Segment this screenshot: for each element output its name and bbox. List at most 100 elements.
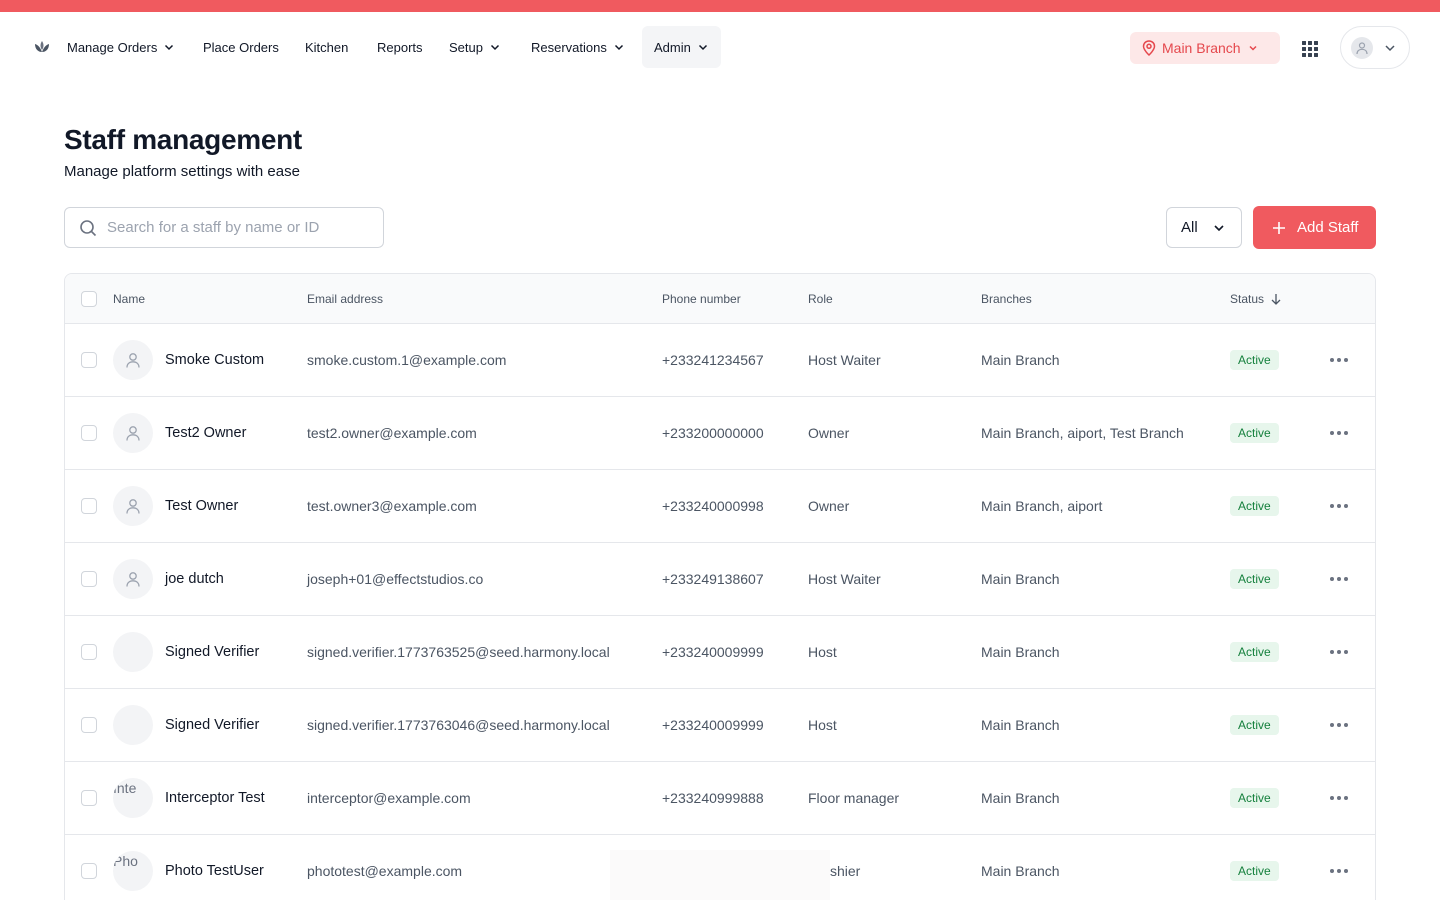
nav-item-label: Kitchen — [305, 39, 349, 55]
row-checkbox[interactable] — [81, 571, 97, 587]
add-staff-button[interactable]: Add Staff — [1253, 206, 1376, 249]
nav-item-label: Setup — [449, 39, 483, 55]
map-pin-icon — [1142, 40, 1156, 56]
avatar: Pho — [113, 851, 153, 891]
staff-phone: +233240000998 — [662, 498, 764, 514]
column-header-status-sort[interactable]: Status — [1230, 274, 1282, 324]
filter-value: All — [1181, 219, 1198, 236]
staff-phone: +233240999888 — [662, 790, 764, 806]
nav-item-place-orders[interactable]: Place Orders — [191, 26, 291, 68]
chevron-down-icon — [490, 44, 500, 51]
row-checkbox[interactable] — [81, 790, 97, 806]
staff-role: Host — [808, 717, 837, 733]
row-actions-icon[interactable] — [1330, 863, 1348, 879]
chevron-down-icon — [165, 44, 174, 51]
page-subtitle: Manage platform settings with ease — [64, 163, 300, 180]
page-title: Staff management — [64, 124, 302, 155]
staff-role: Host — [808, 644, 837, 660]
column-header-role[interactable]: Role — [808, 274, 833, 324]
status-badge: Active — [1230, 423, 1279, 443]
column-header-phone[interactable]: Phone number — [662, 274, 741, 324]
table-row[interactable]: Signed Verifier signed.verifier.177376352… — [65, 616, 1375, 689]
staff-name: Test2 Owner — [165, 425, 247, 441]
status-badge: Active — [1230, 861, 1279, 881]
nav-item-label: Place Orders — [203, 39, 279, 55]
column-header-name[interactable]: Name — [113, 274, 145, 324]
staff-phone: +233240009999 — [662, 717, 764, 733]
row-actions-icon[interactable] — [1330, 644, 1348, 660]
table-row[interactable]: Smoke Custom smoke.custom.1@example.com +2… — [65, 324, 1375, 397]
branch-label: Main Branch — [1162, 40, 1241, 56]
nav-item-label: Reservations — [531, 39, 607, 55]
avatar — [113, 340, 153, 380]
avatar-alt-text: Inte — [113, 780, 137, 796]
user-placeholder-icon — [126, 499, 140, 514]
row-actions-icon[interactable] — [1330, 425, 1348, 441]
status-badge: Active — [1230, 350, 1279, 370]
flower-logo-icon[interactable] — [32, 38, 52, 56]
staff-email: phototest@example.com — [307, 863, 463, 879]
staff-role: Host Waiter — [808, 352, 881, 368]
row-checkbox[interactable] — [81, 863, 97, 879]
row-actions-icon[interactable] — [1330, 790, 1348, 806]
status-badge: Active — [1230, 569, 1279, 589]
table-row[interactable]: joe dutch joseph+01@effectstudios.co +2332… — [65, 543, 1375, 616]
staff-name: Interceptor Test — [165, 790, 265, 806]
column-header-branches[interactable]: Branches — [981, 274, 1032, 324]
avatar — [113, 705, 153, 745]
chevron-down-icon — [1385, 44, 1395, 51]
staff-branches: Main Branch — [981, 863, 1060, 879]
nav-item-admin[interactable]: Admin — [642, 26, 721, 68]
avatar — [113, 559, 153, 599]
select-all-checkbox[interactable] — [81, 291, 97, 307]
nav-item-manage-orders[interactable]: Manage Orders — [55, 26, 187, 68]
staff-branches: Main Branch, aiport — [981, 498, 1103, 514]
row-actions-icon[interactable] — [1330, 571, 1348, 587]
add-staff-label: Add Staff — [1297, 219, 1359, 236]
staff-name: joe dutch — [165, 571, 224, 587]
row-actions-icon[interactable] — [1330, 498, 1348, 514]
table-row[interactable]: Test Owner test.owner3@example.com +233240… — [65, 470, 1375, 543]
row-checkbox[interactable] — [81, 644, 97, 660]
user-menu-button[interactable] — [1340, 26, 1410, 69]
staff-name: Smoke Custom — [165, 352, 265, 368]
staff-email: joseph+01@effectstudios.co — [307, 571, 484, 587]
status-filter-select[interactable]: All — [1166, 207, 1242, 248]
plus-icon — [1273, 221, 1285, 234]
row-checkbox[interactable] — [81, 498, 97, 514]
staff-role: Owner — [808, 498, 850, 514]
chevron-down-icon — [1214, 224, 1224, 231]
row-checkbox[interactable] — [81, 717, 97, 733]
table-row[interactable]: Inte Interceptor Test interceptor@example.… — [65, 762, 1375, 835]
staff-name: Signed Verifier — [165, 717, 260, 733]
nav-item-kitchen[interactable]: Kitchen — [293, 26, 360, 68]
nav-item-setup[interactable]: Setup — [437, 26, 513, 68]
table-header: Name Email address Phone number Role Bra… — [65, 274, 1375, 324]
column-header-email[interactable]: Email address — [307, 274, 383, 324]
user-placeholder-icon — [126, 572, 140, 587]
staff-branches: Main Branch, aiport, Test Branch — [981, 425, 1184, 441]
row-checkbox[interactable] — [81, 425, 97, 441]
apps-grid-icon[interactable] — [1300, 39, 1320, 59]
staff-email: test.owner3@example.com — [307, 498, 477, 514]
row-checkbox[interactable] — [81, 352, 97, 368]
table-row[interactable]: Signed Verifier signed.verifier.177376304… — [65, 689, 1375, 762]
staff-email: signed.verifier.1773763046@seed.harmony.… — [307, 717, 610, 733]
column-header-status: Status — [1230, 292, 1265, 306]
arrow-down-icon — [1271, 294, 1281, 305]
staff-branches: Main Branch — [981, 352, 1060, 368]
row-actions-icon[interactable] — [1330, 352, 1348, 368]
staff-name: Test Owner — [165, 498, 239, 514]
nav-item-label: Manage Orders — [67, 39, 158, 55]
search-input[interactable] — [107, 219, 367, 236]
table-row[interactable]: Test2 Owner test2.owner@example.com +23320… — [65, 397, 1375, 470]
branch-selector[interactable]: Main Branch — [1130, 32, 1280, 64]
staff-phone: +233240009999 — [662, 644, 764, 660]
nav-item-label: Admin — [654, 39, 691, 55]
nav-item-reservations[interactable]: Reservations — [519, 26, 637, 68]
staff-phone: +233241234567 — [662, 352, 764, 368]
avatar — [1351, 36, 1373, 59]
staff-branches: Main Branch — [981, 717, 1060, 733]
nav-item-reports[interactable]: Reports — [365, 26, 435, 68]
row-actions-icon[interactable] — [1330, 717, 1348, 733]
